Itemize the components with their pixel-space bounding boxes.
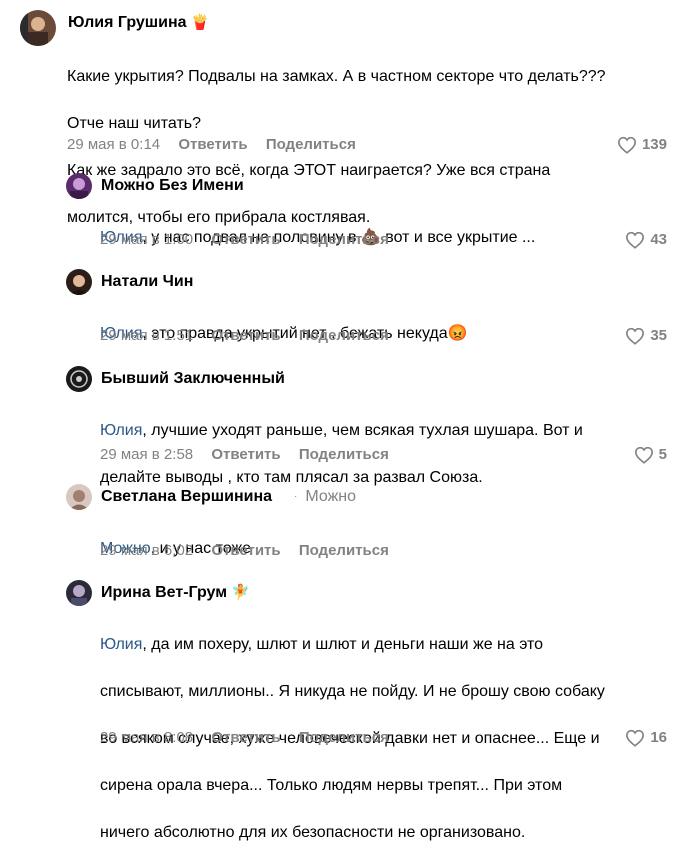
comment-line: Какие укрытия? Подвалы на замках. А в ча… [67, 67, 606, 85]
comment-line: Юлия, да им похеру, шлют и шлют и деньги… [100, 633, 670, 657]
avatar[interactable] [66, 484, 92, 510]
author-emoji: 🍟 [190, 14, 210, 31]
author-name[interactable]: Юлия Грушина 🍟 [68, 13, 209, 33]
author-name-text[interactable]: Светлана Вершинина [101, 488, 272, 505]
heart-icon [626, 327, 645, 345]
like-count: 43 [650, 231, 667, 248]
share-button[interactable]: Поделиться [299, 728, 389, 748]
share-button[interactable]: Поделиться [299, 541, 389, 561]
comment-line: сирена орала вчера... Только людям нервы… [100, 776, 563, 794]
like-count: 16 [650, 729, 667, 746]
share-button[interactable]: Поделиться [299, 230, 389, 250]
comment-date[interactable]: 29 мая в 0:14 [67, 135, 160, 155]
comment-meta: 29 мая в 6:02 Ответить Поделиться [100, 541, 389, 561]
author-emoji: 🧚 [231, 584, 250, 601]
mention-link[interactable]: Юлия [100, 422, 142, 439]
share-button[interactable]: Поделиться [266, 135, 356, 155]
comment-meta: 29 мая в 8:08 Ответить Поделиться [100, 728, 389, 748]
author-name-text[interactable]: Ирина Вет-Грум [101, 584, 227, 601]
reply-button[interactable]: Ответить [211, 445, 280, 465]
comment-date[interactable]: 29 мая в 2:58 [100, 445, 193, 465]
share-button[interactable]: Поделиться [299, 326, 389, 346]
comment-line: Юлия, лучшие уходят раньше, чем всякая т… [100, 419, 670, 443]
comment-meta: 29 мая в 2:58 Ответить Поделиться [100, 445, 389, 465]
comment-body: , лучшие уходят раньше, чем всякая тухла… [142, 421, 583, 439]
like-count: 5 [658, 446, 667, 463]
comment-date[interactable]: 29 мая в 1:00 [100, 230, 193, 250]
heart-icon [626, 231, 645, 249]
comment-meta: 29 мая в 1:51 Ответить Поделиться [100, 326, 389, 346]
author-name[interactable]: Можно Без Имени [101, 176, 244, 196]
avatar[interactable] [66, 173, 92, 199]
comment-line: ничего абсолютно для их безопасности не … [100, 823, 526, 841]
like-button[interactable]: 139 [617, 135, 667, 155]
like-button[interactable]: 16 [625, 728, 667, 748]
avatar[interactable] [66, 269, 92, 295]
comment-line: делайте выводы , кто там плясал за разва… [100, 468, 483, 486]
comment-meta: 29 мая в 0:14 Ответить Поделиться [67, 135, 356, 155]
share-button[interactable]: Поделиться [299, 445, 389, 465]
avatar[interactable] [20, 10, 56, 46]
heart-icon [626, 729, 645, 747]
author-name[interactable]: Ирина Вет-Грум 🧚 [101, 583, 250, 603]
author-name[interactable]: Светлана Вершинина · Можно [101, 487, 356, 507]
reply-button[interactable]: Ответить [211, 230, 280, 250]
like-button[interactable]: 43 [625, 230, 667, 250]
heart-icon [634, 446, 653, 464]
author-name-text[interactable]: Юлия Грушина [68, 14, 187, 31]
avatar[interactable] [66, 366, 92, 392]
like-count: 35 [650, 327, 667, 344]
reply-button[interactable]: Ответить [178, 135, 247, 155]
author-name[interactable]: Бывший Заключенный [101, 369, 285, 389]
like-count: 139 [641, 136, 667, 153]
reply-button[interactable]: Ответить [211, 728, 280, 748]
reply-to[interactable]: · Можно [294, 488, 356, 505]
like-button[interactable]: 35 [625, 326, 667, 346]
comment-line: Отче наш читать? [67, 114, 201, 132]
mention-link[interactable]: Юлия [100, 636, 142, 653]
reply-button[interactable]: Ответить [211, 541, 280, 561]
comment-line: списывают, миллионы.. Я никуда не пойду.… [100, 682, 605, 700]
reply-to-name[interactable]: Можно [305, 488, 356, 505]
author-name[interactable]: Натали Чин [101, 272, 193, 292]
comment-date[interactable]: 29 мая в 1:51 [100, 326, 193, 346]
comment-body: , да им похеру, шлют и шлют и деньги наш… [142, 635, 544, 653]
comment-meta: 29 мая в 1:00 Ответить Поделиться [100, 230, 389, 250]
reply-button[interactable]: Ответить [211, 326, 280, 346]
comment-date[interactable]: 29 мая в 8:08 [100, 728, 193, 748]
comment-date[interactable]: 29 мая в 6:02 [100, 541, 193, 561]
avatar[interactable] [66, 580, 92, 606]
like-button[interactable]: 5 [634, 445, 667, 465]
heart-icon [617, 136, 636, 154]
reply-dot: · [294, 491, 298, 502]
